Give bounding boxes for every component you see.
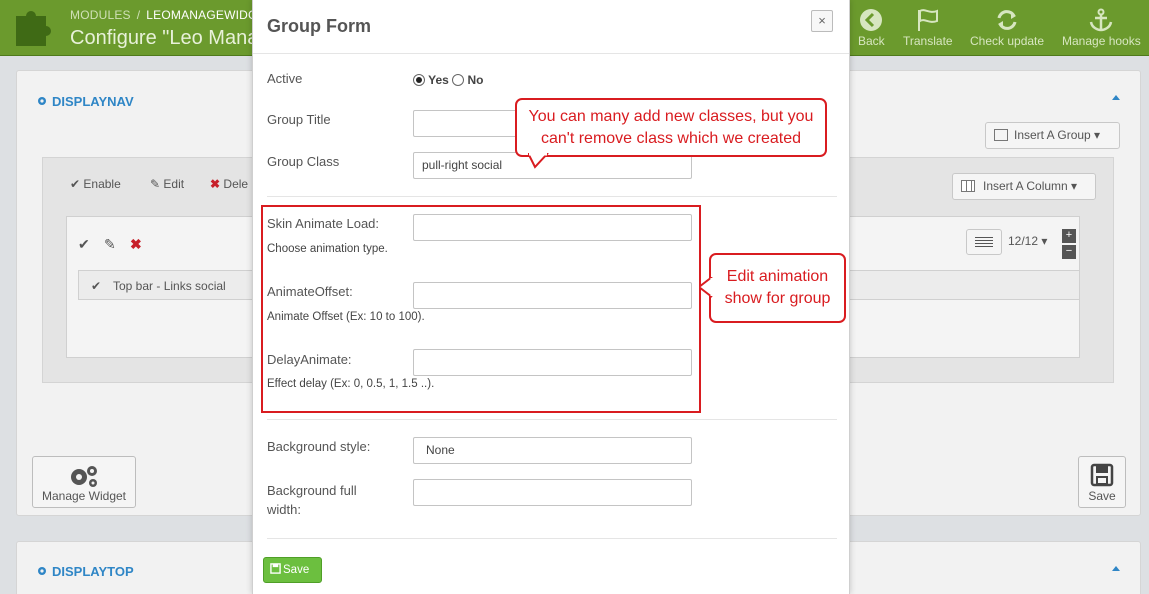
enable-label: Enable xyxy=(83,177,121,191)
flag-icon xyxy=(917,9,938,31)
breadcrumb-item[interactable]: MODULES xyxy=(70,8,131,22)
animate-offset-label: AnimateOffset: xyxy=(267,284,353,299)
modal-title: Group Form xyxy=(267,16,371,36)
background-full-width-label-line: Background full xyxy=(267,483,357,498)
callout-text: show for group xyxy=(724,290,831,307)
group-title-label: Group Title xyxy=(267,112,331,127)
floppy-disk-icon xyxy=(1090,463,1114,487)
column-minus-button[interactable]: − xyxy=(1062,245,1076,259)
breadcrumb-item[interactable]: LEOMANAGEWIDG xyxy=(146,8,257,22)
refresh-icon xyxy=(997,10,1017,30)
background-full-width-label: Background full width: xyxy=(267,481,357,519)
displaytop-title[interactable]: DISPLAYTOP xyxy=(36,564,134,579)
close-button[interactable]: × xyxy=(811,10,833,32)
save-button-label: Save xyxy=(283,564,310,576)
widget-row-label: Top bar - Links social xyxy=(113,279,226,293)
check-update-button[interactable]: Check update xyxy=(970,8,1044,48)
delete-icon: ✖ xyxy=(210,177,221,191)
active-radio-group: Yes No xyxy=(413,73,484,87)
divider xyxy=(267,419,837,420)
bars-icon xyxy=(975,237,993,247)
skin-animate-input[interactable] xyxy=(413,214,692,241)
active-no-label[interactable]: No xyxy=(468,73,484,87)
column-delete-icon[interactable]: ✖ xyxy=(130,236,142,253)
back-arrow-icon xyxy=(860,9,883,31)
column-edit-icon[interactable]: ✎ xyxy=(104,236,116,253)
check-update-label: Check update xyxy=(970,34,1045,48)
divider xyxy=(267,538,837,539)
panel-save-button[interactable]: Save xyxy=(1078,456,1126,508)
delay-animate-label: DelayAnimate: xyxy=(267,352,352,367)
active-yes-label[interactable]: Yes xyxy=(428,73,449,87)
displaynav-label: DISPLAYNAV xyxy=(52,94,134,109)
active-label: Active xyxy=(267,71,303,86)
manage-hooks-button[interactable]: Manage hooks xyxy=(1062,8,1141,48)
active-no-radio[interactable] xyxy=(452,74,465,86)
background-full-width-label-line: width: xyxy=(267,502,301,517)
manage-widget-button[interactable]: Manage Widget xyxy=(32,456,136,508)
floppy-disk-icon xyxy=(270,563,281,574)
collapse-caret-icon[interactable] xyxy=(1112,95,1120,100)
back-label: Back xyxy=(858,34,885,48)
breadcrumb: MODULES / LEOMANAGEWIDG xyxy=(70,8,258,22)
edit-button[interactable]: ✎ Edit xyxy=(150,177,184,191)
delete-button[interactable]: ✖ Dele xyxy=(210,177,248,191)
callout-text: You can many add new classes, but you xyxy=(528,108,814,125)
translate-button[interactable]: Translate xyxy=(903,8,953,48)
collapse-caret-icon[interactable] xyxy=(1112,566,1120,571)
edit-label: Edit xyxy=(163,177,185,191)
callout-text: can't remove class which we created xyxy=(540,130,802,147)
column-plus-button[interactable]: + xyxy=(1062,229,1076,243)
animate-offset-help: Animate Offset (Ex: 10 to 100). xyxy=(267,311,425,323)
check-icon: ✔ xyxy=(91,279,102,293)
delete-label: Dele xyxy=(223,177,249,191)
group-icon xyxy=(994,129,1008,141)
puzzle-logo-icon xyxy=(16,11,52,46)
animation-callout: Edit animation show for group xyxy=(699,253,846,323)
anchor-icon xyxy=(1090,8,1113,32)
displaynav-title[interactable]: DISPLAYNAV xyxy=(36,94,134,109)
gears-icon xyxy=(71,466,97,487)
column-width-value: 12/12 xyxy=(1008,234,1039,248)
insert-column-label: Insert A Column xyxy=(983,179,1068,193)
save-button[interactable]: Save xyxy=(263,557,322,583)
skin-animate-help: Choose animation type. xyxy=(267,243,388,255)
insert-column-button[interactable]: Insert A Column ▾ xyxy=(952,173,1096,200)
table-icon xyxy=(961,180,975,192)
gear-icon xyxy=(38,567,46,575)
background-style-select[interactable]: None xyxy=(413,437,692,464)
delay-animate-help: Effect delay (Ex: 0, 0.5, 1, 1.5 ..). xyxy=(267,378,435,390)
delay-animate-input[interactable] xyxy=(413,349,692,376)
displaytop-label: DISPLAYTOP xyxy=(52,564,134,579)
enable-button[interactable]: ✔ Enable xyxy=(70,177,121,191)
panel-save-label: Save xyxy=(1088,489,1116,503)
active-yes-radio[interactable] xyxy=(413,74,425,86)
translate-label: Translate xyxy=(903,34,953,48)
divider xyxy=(267,196,837,197)
group-class-label: Group Class xyxy=(267,154,340,169)
callout-text: Edit animation xyxy=(726,268,829,285)
column-width-dropdown[interactable]: 12/12 ▾ xyxy=(1008,234,1047,248)
insert-group-label: Insert A Group xyxy=(1014,128,1091,142)
page-title: Configure "Leo Mana xyxy=(70,27,259,49)
callout-pointer xyxy=(699,277,713,298)
gear-icon xyxy=(38,97,46,105)
callout-pointer xyxy=(528,153,549,169)
column-enable-icon[interactable]: ✔ xyxy=(78,236,90,253)
group-class-callout: You can many add new classes, but you ca… xyxy=(515,98,827,169)
skin-animate-label: Skin Animate Load: xyxy=(267,216,380,231)
background-full-width-input[interactable] xyxy=(413,479,692,506)
manage-hooks-label: Manage hooks xyxy=(1062,34,1141,48)
column-width-icon-button[interactable] xyxy=(966,229,1002,255)
modal-header: Group Form × xyxy=(253,0,849,54)
back-button[interactable]: Back xyxy=(858,8,885,48)
insert-group-button[interactable]: Insert A Group ▾ xyxy=(985,122,1120,149)
manage-widget-label: Manage Widget xyxy=(41,489,127,503)
background-style-label: Background style: xyxy=(267,439,371,454)
animate-offset-input[interactable] xyxy=(413,282,692,309)
